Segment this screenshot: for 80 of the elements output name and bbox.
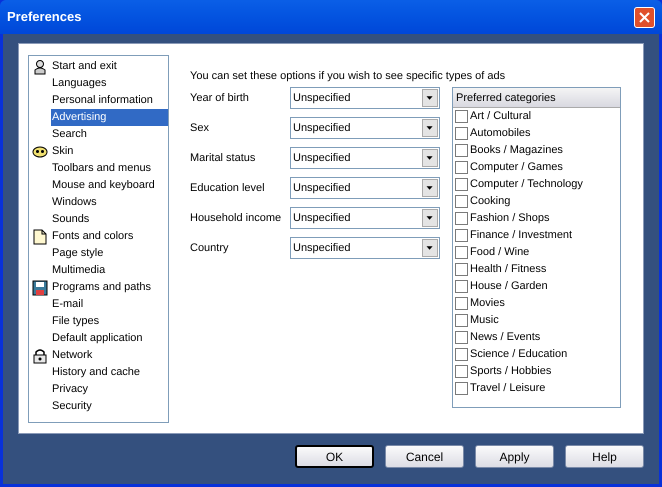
sidebar-item[interactable]: Programs and paths bbox=[51, 279, 168, 296]
checkbox-label: Computer / Games bbox=[470, 160, 563, 176]
checkbox-label: Travel / Leisure bbox=[470, 381, 546, 396]
checkbox-label: News / Events bbox=[470, 330, 540, 346]
sidebar-item[interactable]: Security bbox=[51, 398, 168, 415]
checkbox[interactable] bbox=[455, 161, 468, 174]
checkbox[interactable] bbox=[455, 297, 468, 310]
checkbox[interactable] bbox=[455, 348, 468, 361]
sidebar-item[interactable]: Start and exit bbox=[51, 58, 168, 75]
close-icon bbox=[639, 12, 650, 22]
checkbox[interactable] bbox=[455, 280, 468, 293]
list-header: Preferred categories bbox=[453, 88, 620, 108]
checkbox-label: House / Garden bbox=[470, 279, 548, 294]
checkbox[interactable] bbox=[455, 382, 468, 395]
checkbox-label: Health / Fitness bbox=[470, 262, 546, 278]
checkbox-label: Science / Education bbox=[470, 347, 568, 362]
sidebar-item[interactable]: Page style bbox=[51, 245, 168, 262]
sidebar-item[interactable]: Personal information bbox=[51, 92, 168, 109]
checkbox[interactable] bbox=[455, 263, 468, 276]
checkbox-label: Fashion / Shops bbox=[470, 211, 550, 226]
field-label: Household income bbox=[190, 210, 282, 226]
checkbox-label: Finance / Investment bbox=[470, 228, 572, 244]
sidebar-item[interactable]: Fonts and colors bbox=[51, 228, 168, 245]
sidebar-item[interactable]: Toolbars and menus bbox=[51, 160, 168, 177]
sidebar-item[interactable]: Advertising bbox=[51, 109, 168, 126]
dialog-button[interactable]: Help bbox=[565, 445, 644, 468]
checkbox-label: Automobiles bbox=[470, 126, 531, 142]
mask-icon bbox=[32, 144, 48, 160]
sidebar-item[interactable]: Network bbox=[51, 347, 168, 364]
checkbox-label: Cooking bbox=[470, 194, 510, 210]
checkbox-label: Sports / Hobbies bbox=[470, 364, 552, 380]
checkbox-label: Books / Magazines bbox=[470, 143, 563, 158]
checkbox[interactable] bbox=[455, 195, 468, 208]
sidebar-item[interactable]: Languages bbox=[51, 75, 168, 92]
checkbox[interactable] bbox=[455, 212, 468, 225]
padlock-icon bbox=[32, 348, 48, 364]
close-button[interactable] bbox=[634, 6, 655, 28]
sidebar-item[interactable]: Multimedia bbox=[51, 262, 168, 279]
dropdown[interactable]: Unspecified bbox=[290, 237, 440, 259]
checkbox[interactable] bbox=[455, 365, 468, 378]
checkbox[interactable] bbox=[455, 178, 468, 191]
sidebar-item[interactable]: Skin bbox=[51, 143, 168, 160]
checkbox[interactable] bbox=[455, 229, 468, 242]
dialog-button[interactable]: OK bbox=[295, 445, 374, 468]
sidebar-item[interactable]: File types bbox=[51, 313, 168, 330]
dropdown[interactable]: Unspecified bbox=[290, 117, 440, 139]
page-icon bbox=[32, 228, 48, 244]
sidebar-item[interactable]: Windows bbox=[51, 194, 168, 211]
checkbox-label: Food / Wine bbox=[470, 245, 530, 260]
dropdown[interactable]: Unspecified bbox=[290, 177, 440, 199]
field-label: Year of birth bbox=[190, 90, 250, 106]
field-label: Marital status bbox=[190, 150, 256, 166]
person-icon bbox=[32, 58, 48, 74]
sidebar-item[interactable]: Default application bbox=[51, 330, 168, 347]
field-label: Sex bbox=[190, 120, 210, 136]
checkbox[interactable] bbox=[455, 110, 468, 123]
checkbox[interactable] bbox=[455, 144, 468, 157]
checkbox[interactable] bbox=[455, 331, 468, 344]
intro-text: You can set these options if you wish to see specific types of ads bbox=[190, 69, 506, 82]
sidebar-item[interactable]: Mouse and keyboard bbox=[51, 177, 168, 194]
checkbox-label: Computer / Technology bbox=[470, 177, 583, 192]
sidebar-item[interactable]: E-mail bbox=[51, 296, 168, 313]
sidebar-item[interactable]: Sounds bbox=[51, 211, 168, 228]
sidebar-item[interactable]: Search bbox=[51, 126, 168, 143]
dropdown[interactable]: Unspecified bbox=[290, 147, 440, 169]
dropdown[interactable]: Unspecified bbox=[290, 87, 440, 109]
checkbox[interactable] bbox=[455, 127, 468, 140]
checkbox-label: Movies bbox=[470, 296, 505, 312]
sidebar-item[interactable]: Privacy bbox=[51, 381, 168, 398]
checkbox-label: Art / Cultural bbox=[470, 109, 532, 124]
dropdown[interactable]: Unspecified bbox=[290, 207, 440, 229]
field-label: Education level bbox=[190, 180, 266, 196]
dialog-button[interactable]: Apply bbox=[475, 445, 554, 468]
sidebar-item[interactable]: History and cache bbox=[51, 364, 168, 381]
field-label: Country bbox=[190, 240, 230, 256]
window-title: Preferences bbox=[7, 8, 82, 26]
checkbox[interactable] bbox=[455, 314, 468, 327]
checkbox-label: Music bbox=[470, 313, 499, 328]
checkbox[interactable] bbox=[455, 246, 468, 259]
dialog-button[interactable]: Cancel bbox=[385, 445, 464, 468]
